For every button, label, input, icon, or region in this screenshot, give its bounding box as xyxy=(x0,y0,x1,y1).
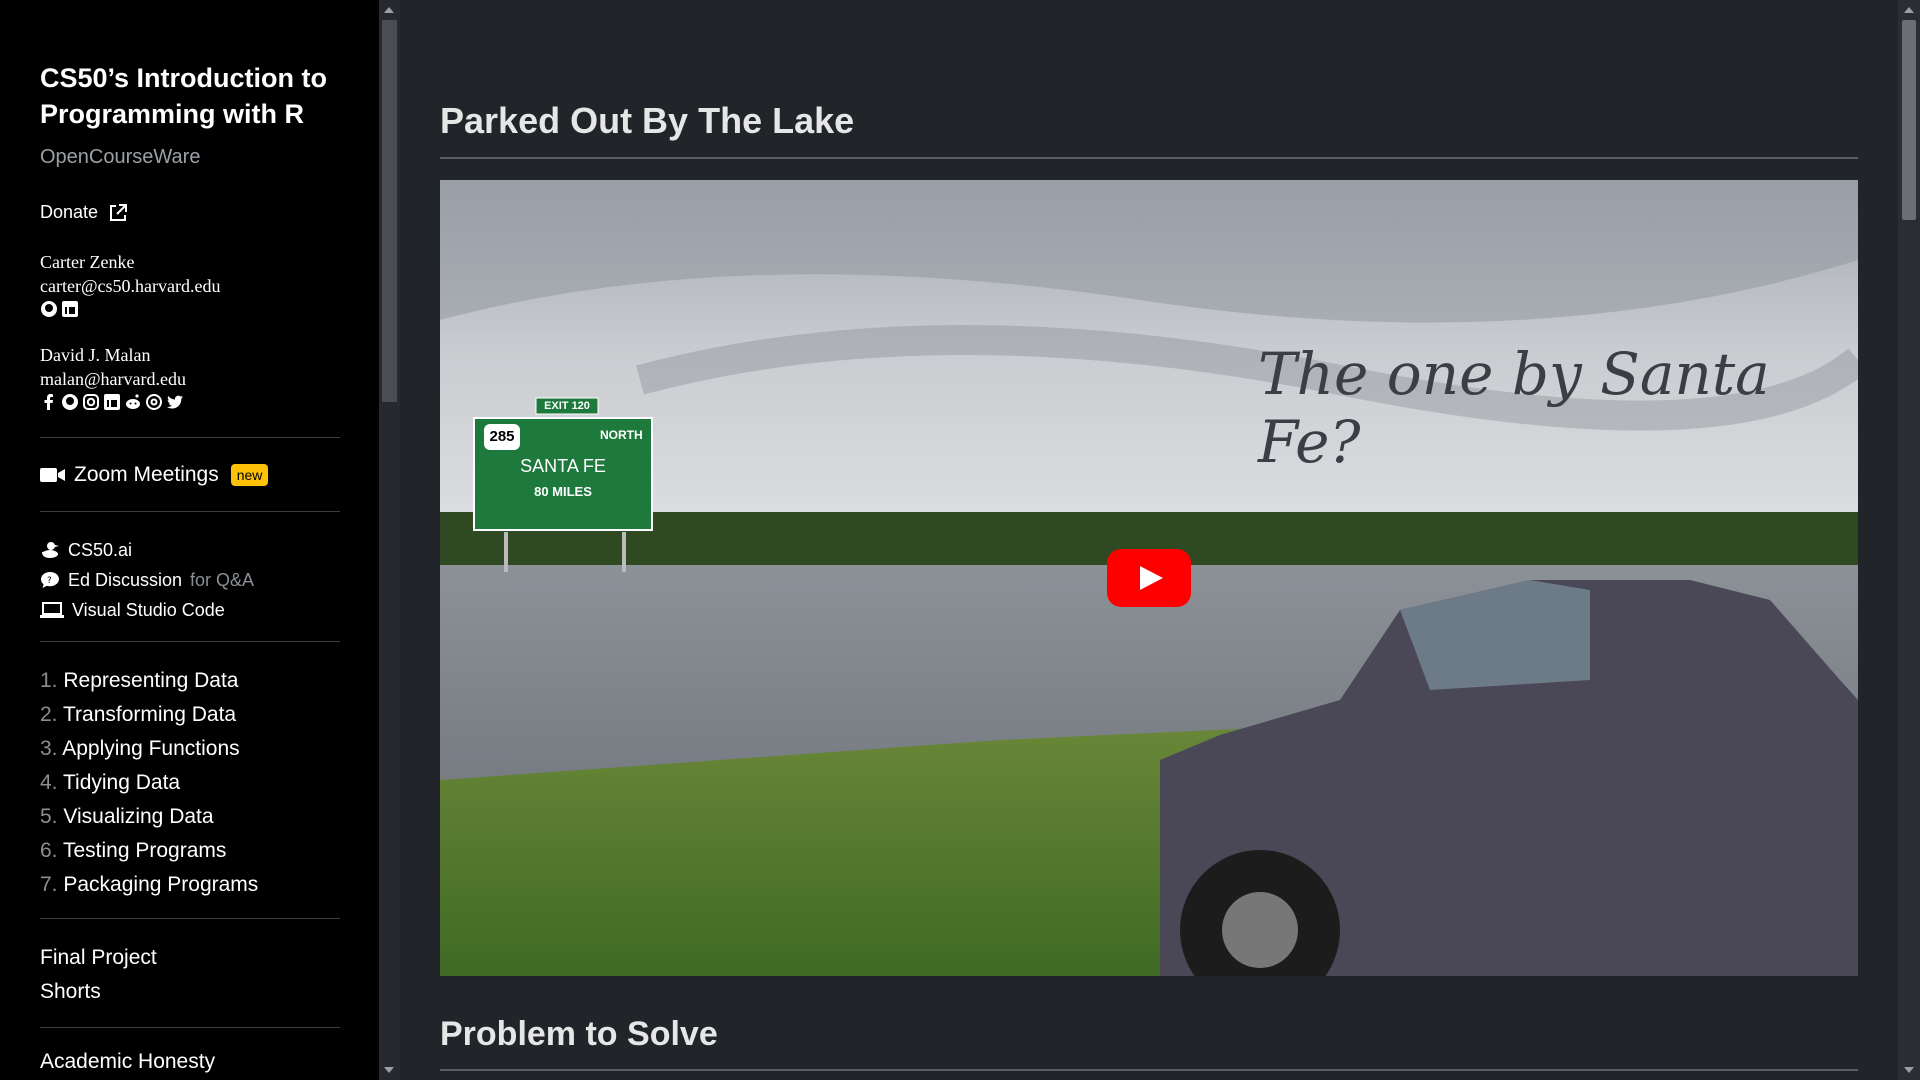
scrollbar-thumb[interactable] xyxy=(382,20,397,402)
linkedin-icon[interactable] xyxy=(61,300,79,318)
cs50-ai-label: CS50.ai xyxy=(68,539,133,560)
person-email[interactable]: malan@harvard.edu xyxy=(40,367,186,391)
route-shield: 285 xyxy=(484,424,520,450)
zoom-meetings-link[interactable]: Zoom Meetings new xyxy=(40,463,269,487)
section-title: Problem to Solve xyxy=(440,1015,718,1053)
divider xyxy=(40,918,340,919)
laptop-icon xyxy=(40,602,64,618)
course-subtitle: OpenCourseWare xyxy=(40,146,201,168)
chat-question-icon: ? xyxy=(41,572,59,588)
github-icon[interactable] xyxy=(61,393,79,411)
zoom-meetings-label: Zoom Meetings xyxy=(74,463,219,486)
course-title[interactable]: CS50’s Introduction to Programming with … xyxy=(40,60,340,132)
divider xyxy=(40,1027,340,1028)
main-content: Parked Out By The Lake EXIT 120 285 NORT… xyxy=(400,0,1898,1080)
person-name: Carter Zenke xyxy=(40,252,135,272)
video-player[interactable]: EXIT 120 285 NORTH SANTA FE 80 MILES The… xyxy=(440,180,1858,976)
ed-discussion-link[interactable]: ? Ed Discussion for Q&A xyxy=(40,565,254,595)
sidebar: CS50’s Introduction to Programming with … xyxy=(0,0,379,1080)
new-badge: new xyxy=(230,464,269,486)
extras-list: Final Project Shorts xyxy=(40,941,157,1009)
facebook-icon[interactable] xyxy=(40,393,58,411)
ed-discussion-note: for Q&A xyxy=(190,569,255,590)
scroll-down-icon[interactable] xyxy=(384,1067,394,1073)
video-camera-icon xyxy=(40,468,65,482)
lecture-item[interactable]: 6. Testing Programs xyxy=(40,834,258,868)
twitter-icon[interactable] xyxy=(166,393,184,411)
external-link-icon xyxy=(110,203,128,221)
play-icon xyxy=(1107,549,1191,607)
vscode-link[interactable]: Visual Studio Code xyxy=(40,595,254,625)
scroll-up-icon[interactable] xyxy=(1904,7,1914,13)
scroll-up-icon[interactable] xyxy=(384,7,394,13)
lecture-item[interactable]: 7. Packaging Programs xyxy=(40,868,258,902)
lecture-item[interactable]: 3. Applying Functions xyxy=(40,732,258,766)
shorts-link[interactable]: Shorts xyxy=(40,975,157,1009)
main-scrollbar[interactable] xyxy=(1898,0,1920,1080)
svg-text:?: ? xyxy=(47,576,52,586)
section-rule xyxy=(440,1069,1858,1071)
cs50-ai-link[interactable]: CS50.ai xyxy=(40,535,254,565)
play-button[interactable] xyxy=(1107,549,1191,607)
sign-distance: 80 MILES xyxy=(534,484,592,499)
donate-label: Donate xyxy=(40,202,99,222)
sign-city: SANTA FE xyxy=(520,456,606,476)
divider xyxy=(40,641,340,642)
threads-icon[interactable] xyxy=(145,393,163,411)
lecture-item[interactable]: 4. Tidying Data xyxy=(40,766,258,800)
page-title: Parked Out By The Lake xyxy=(440,100,855,141)
vscode-label: Visual Studio Code xyxy=(72,599,225,620)
github-icon[interactable] xyxy=(40,300,58,318)
instagram-icon[interactable] xyxy=(82,393,100,411)
person-email[interactable]: carter@cs50.harvard.edu xyxy=(40,274,220,298)
tools-links: CS50.ai ? Ed Discussion for Q&A Visual S… xyxy=(40,535,254,625)
donate-link[interactable]: Donate xyxy=(40,202,128,223)
lecture-item[interactable]: 2. Transforming Data xyxy=(40,698,258,732)
scrollbar-thumb[interactable] xyxy=(1902,20,1916,220)
sign-exit: EXIT 120 xyxy=(544,400,590,412)
sidebar-scrollbar[interactable] xyxy=(379,0,400,1080)
title-rule xyxy=(440,157,1858,159)
final-project-link[interactable]: Final Project xyxy=(40,941,157,975)
reddit-icon[interactable] xyxy=(124,393,142,411)
video-overlay-text: The one by Santa Fe? xyxy=(1258,340,1770,476)
ed-discussion-label: Ed Discussion xyxy=(68,569,183,590)
person-carter: Carter Zenke carter@cs50.harvard.edu xyxy=(40,250,220,318)
sign-direction: NORTH xyxy=(600,428,643,442)
academic-honesty-link[interactable]: Academic Honesty xyxy=(40,1050,215,1074)
divider xyxy=(40,437,340,438)
person-david: David J. Malan malan@harvard.edu xyxy=(40,343,186,411)
lecture-item[interactable]: 1. Representing Data xyxy=(40,664,258,698)
scroll-down-icon[interactable] xyxy=(1904,1067,1914,1073)
lecture-item[interactable]: 5. Visualizing Data xyxy=(40,800,258,834)
duck-icon xyxy=(42,542,59,558)
linkedin-icon[interactable] xyxy=(103,393,121,411)
lecture-list: 1. Representing Data 2. Transforming Dat… xyxy=(40,664,258,902)
divider xyxy=(40,511,340,512)
person-name: David J. Malan xyxy=(40,345,151,365)
